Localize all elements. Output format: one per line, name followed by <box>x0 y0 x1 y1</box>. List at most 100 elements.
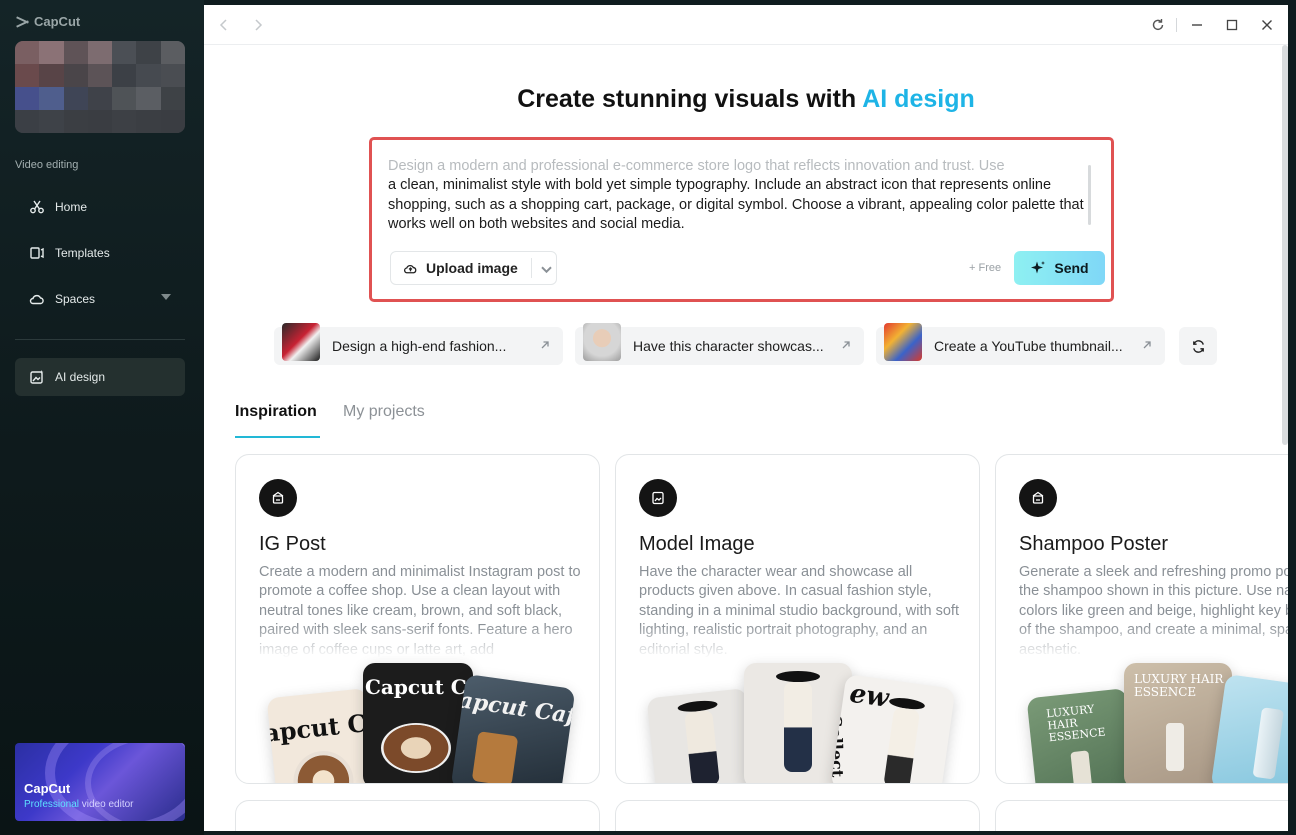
shop-icon <box>1019 479 1057 517</box>
card-title: Shampoo Poster <box>1019 533 1168 555</box>
poster-text: ew <box>847 678 891 714</box>
close-button[interactable] <box>1257 15 1277 35</box>
send-button[interactable]: Send <box>1014 251 1105 285</box>
reload-icon <box>1152 19 1164 31</box>
poster-text: apcut Cafe <box>457 687 576 732</box>
card-preview-art: LUXURY HAIR ESSENCE LUXURY HAIR ESSENCE <box>996 663 1288 783</box>
suggestion-thumbnail <box>282 323 320 361</box>
tab-my-projects[interactable]: My projects <box>343 403 425 421</box>
maximize-icon <box>1226 19 1238 31</box>
window-titlebar <box>204 5 1288 45</box>
minimize-icon <box>1192 24 1202 26</box>
suggestion-label: Have this character showcas... <box>633 338 824 354</box>
upload-image-label: Upload image <box>426 260 518 276</box>
card-title: Model Image <box>639 533 755 555</box>
suggestion-label: Create a YouTube thumbnail... <box>934 338 1123 354</box>
prompt-text-body: a clean, minimalist style with bold yet … <box>388 177 1084 233</box>
shop-icon <box>259 479 297 517</box>
capcut-logo-icon <box>16 16 30 28</box>
sidebar-item-label: Spaces <box>55 292 96 306</box>
scissors-icon <box>30 200 44 214</box>
titlebar-divider <box>1176 18 1177 32</box>
inspiration-card-model-image[interactable]: Model Image Have the character wear and … <box>615 454 980 784</box>
promo-subtitle-highlight: Professional <box>24 799 80 810</box>
prompt-input[interactable]: Design a modern and professional e-comme… <box>388 157 1103 235</box>
page-title-accent: AI design <box>862 85 975 113</box>
sidebar-item-label: Templates <box>55 246 110 260</box>
sidebar-item-spaces[interactable]: Spaces <box>15 280 185 318</box>
account-card-blurred[interactable] <box>15 41 185 133</box>
sidebar-item-templates[interactable]: Templates <box>15 234 185 272</box>
inspiration-card-ig-post[interactable]: IG Post Create a modern and minimalist I… <box>235 454 600 784</box>
free-label: + Free <box>969 262 1002 274</box>
preview-poster <box>646 688 758 783</box>
prompt-box[interactable]: Design a modern and professional e-comme… <box>369 137 1114 302</box>
sidebar-item-home[interactable]: Home <box>15 188 185 226</box>
card-description: Generate a sleek and refreshing promo po… <box>1019 564 1288 658</box>
promo-subtitle-rest: video editor <box>79 799 134 810</box>
arrow-up-right-icon <box>541 341 549 349</box>
promo-title: CapCut <box>24 781 71 796</box>
preview-poster: ew Collect <box>830 673 956 783</box>
inspiration-card[interactable] <box>235 800 600 831</box>
sidebar-divider <box>15 339 185 340</box>
promo-banner[interactable]: CapCut Professional video editor <box>15 743 185 821</box>
card-title: IG Post <box>259 533 326 555</box>
preview-poster: LUXURY HAIR ESSENCE <box>1026 688 1138 783</box>
page-title: Create stunning visuals with AI design <box>204 85 1288 114</box>
poster-text: apcut C <box>266 708 369 748</box>
brand: CapCut <box>16 14 80 29</box>
close-icon <box>1262 20 1272 30</box>
sidebar-item-ai-design[interactable]: AI design <box>15 358 185 396</box>
maximize-button[interactable] <box>1222 15 1242 35</box>
suggestion-label: Design a high-end fashion... <box>332 338 507 354</box>
reload-button[interactable] <box>1148 15 1168 35</box>
inspiration-card[interactable] <box>615 800 980 831</box>
refresh-suggestions-button[interactable] <box>1179 327 1217 365</box>
card-preview-art: ew Collect <box>616 663 979 783</box>
promo-subtitle: Professional video editor <box>24 799 134 810</box>
poster-text: LUXURY HAIR ESSENCE <box>1134 672 1224 699</box>
prompt-scrollbar[interactable] <box>1088 165 1091 225</box>
upload-image-button[interactable]: Upload image <box>390 251 557 285</box>
forward-button[interactable] <box>248 15 268 35</box>
preview-poster: apcut Cafe <box>450 673 576 783</box>
upload-divider <box>531 258 532 278</box>
minimize-button[interactable] <box>1187 15 1207 35</box>
chevron-left-icon <box>219 19 227 31</box>
page-title-prefix: Create stunning visuals with <box>517 85 863 113</box>
inspiration-card[interactable] <box>995 800 1288 831</box>
main-panel: Create stunning visuals with AI design D… <box>204 5 1288 831</box>
inspiration-card-shampoo-poster[interactable]: Shampoo Poster Generate a sleek and refr… <box>995 454 1288 784</box>
brand-name: CapCut <box>34 14 81 29</box>
sidebar-item-label: Home <box>55 200 88 214</box>
card-description: Have the character wear and showcase all… <box>639 564 959 658</box>
arrow-up-right-icon <box>1143 341 1151 349</box>
section-label-video-editing: Video editing <box>15 159 79 171</box>
poster-text: LUXURY HAIR ESSENCE <box>1045 702 1107 745</box>
suggestion-chip[interactable]: Create a YouTube thumbnail... <box>876 323 1165 365</box>
back-button[interactable] <box>214 15 234 35</box>
ai-design-icon <box>30 370 44 384</box>
prompt-text-first-line: Design a modern and professional e-comme… <box>388 158 1005 174</box>
cloud-upload-icon <box>403 264 417 273</box>
active-tab-indicator <box>235 436 320 438</box>
arrow-up-right-icon <box>842 341 850 349</box>
suggestion-thumbnail <box>583 323 621 361</box>
refresh-icon <box>1192 339 1204 353</box>
suggestion-chip[interactable]: Design a high-end fashion... <box>274 323 563 365</box>
card-description: Create a modern and minimalist Instagram… <box>259 564 581 658</box>
chevron-right-icon <box>255 19 263 31</box>
suggestion-thumbnail <box>884 323 922 361</box>
poster-text: Capcut Caf <box>365 675 473 699</box>
suggestion-chip[interactable]: Have this character showcas... <box>575 323 864 365</box>
image-icon <box>639 479 677 517</box>
sidebar-item-label: AI design <box>55 370 106 384</box>
send-label: Send <box>1054 260 1089 276</box>
chevron-down-icon[interactable] <box>539 262 554 277</box>
cloud-icon <box>29 294 44 305</box>
preview-poster: apcut C <box>266 688 378 783</box>
sparkle-icon <box>1031 261 1046 274</box>
tab-inspiration[interactable]: Inspiration <box>235 403 317 421</box>
chevron-down-icon[interactable] <box>161 294 171 300</box>
